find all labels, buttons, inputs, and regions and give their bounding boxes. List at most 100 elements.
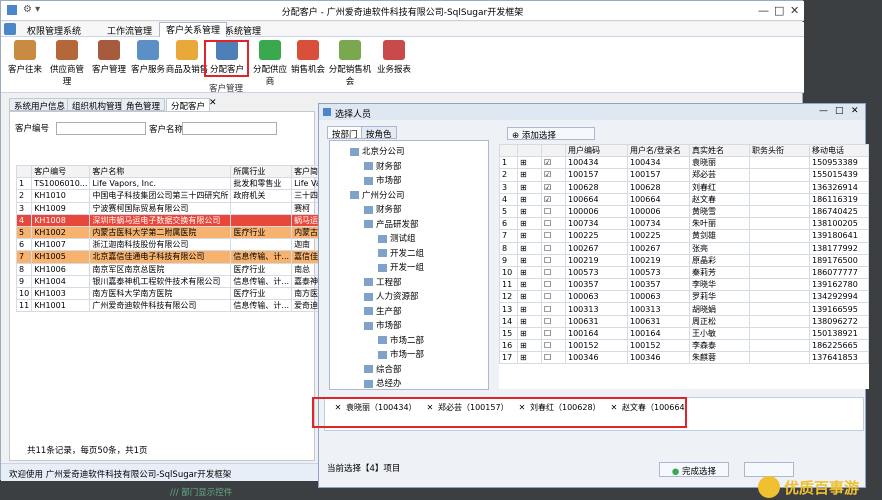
table-row[interactable]: 3 ⊞ ☑ 100628 100628 刘春红 136326914	[499, 180, 869, 194]
ribbon-customer-service-button[interactable]: 客户服务	[129, 40, 167, 75]
ribbon-customer-contacts-button[interactable]: 客户往来	[6, 40, 44, 75]
ribbon-assign-opportunity-button[interactable]: 分配销售机会	[327, 40, 373, 87]
table-row[interactable]: 2 ⊞ ☑ 100157 100157 郑必芸 155015439	[499, 168, 869, 182]
table-row[interactable]: 2KH1010中国电子科技集团公司第三十四研究所政府机关三十四研	[16, 189, 318, 203]
expand-icon[interactable]: ⊞	[517, 156, 542, 170]
expand-icon[interactable]: ⊞	[517, 217, 542, 231]
col-title[interactable]: 职务头衔	[749, 144, 810, 158]
tree-node[interactable]: 人力资源部	[364, 290, 419, 302]
table-row[interactable]: 5 KH1002 内蒙古医科大学第二附属医院 医疗行业 内蒙古	[16, 225, 318, 240]
customer-name-input[interactable]	[182, 122, 277, 135]
row-checkbox[interactable]: ☐	[541, 290, 566, 304]
expand-icon[interactable]: ⊞	[517, 241, 542, 255]
table-row[interactable]: 14 ⊞ ☐ 100631 100631 周正松 138096272	[499, 314, 869, 328]
tab-by-department[interactable]: 按部门	[327, 126, 363, 140]
row-checkbox[interactable]: ☐	[541, 326, 566, 341]
row-checkbox[interactable]: ☐	[541, 265, 566, 280]
table-row[interactable]: 9 ⊞ ☐ 100219 100219 原晶彩 189176500	[499, 253, 869, 267]
expand-icon[interactable]: ⊞	[517, 326, 542, 341]
add-selection-button[interactable]: ⊕ 添加选择	[507, 127, 595, 141]
row-checkbox[interactable]: ☐	[541, 278, 566, 292]
table-row[interactable]: 13 ⊞ ☐ 100313 100313 胡晓娟 139166595	[499, 302, 869, 316]
col-mobile[interactable]: 移动电话	[809, 144, 869, 158]
menu-tab-crm[interactable]: 客户关系管理	[159, 22, 228, 38]
menu-tab-permission[interactable]: 权限管理系统	[21, 24, 87, 37]
table-row[interactable]: 16 ⊞ ☐ 100152 100152 李森泰 186225665	[499, 338, 869, 353]
ribbon-assign-supplier-button[interactable]: 分配供应商	[249, 40, 291, 87]
tab-assign-customer[interactable]: 分配客户	[166, 98, 211, 112]
table-row[interactable]: 8 ⊞ ☐ 100267 100267 张亮 138177992	[499, 241, 869, 255]
tab-system-users[interactable]: 系统用户信息	[9, 98, 71, 112]
close-button[interactable]: ✕	[790, 4, 799, 17]
expand-icon[interactable]: ⊞	[517, 314, 542, 328]
col-real-name[interactable]: 真实姓名	[689, 144, 750, 158]
expand-icon[interactable]: ⊞	[517, 204, 542, 219]
expand-icon[interactable]: ⊞	[517, 302, 542, 316]
table-row[interactable]: 8 KH1006 南京军区南京总医院 医疗行业 南总	[16, 262, 318, 276]
row-checkbox[interactable]: ☐	[541, 351, 566, 365]
col-industry[interactable]: 所属行业	[230, 165, 293, 179]
row-checkbox[interactable]: ☐	[541, 253, 566, 267]
maximize-button[interactable]: □	[774, 4, 784, 17]
finish-selection-button[interactable]: ● 完成选择	[659, 462, 729, 477]
dialog-close-button[interactable]: ✕	[851, 106, 859, 116]
menu-tab-workflow[interactable]: 工作流管理	[101, 24, 158, 37]
row-checkbox[interactable]: ☑	[541, 180, 566, 194]
tree-node[interactable]: 财务部	[364, 203, 402, 215]
tree-node[interactable]: 综合部	[364, 363, 402, 375]
table-row[interactable]: 6 KH1007 浙江迦南科技股份有限公司 迦南	[16, 238, 318, 252]
menu-tab-system[interactable]: 系统管理	[219, 24, 267, 37]
table-row[interactable]: 11 ⊞ ☐ 100357 100357 李晓华 139162780	[499, 278, 869, 292]
table-row[interactable]: 5 ⊞ ☐ 100006 100006 黄晓雪 186740425	[499, 204, 869, 219]
row-checkbox[interactable]: ☑	[541, 156, 566, 170]
expand-icon[interactable]: ⊞	[517, 192, 542, 206]
row-checkbox[interactable]: ☑	[541, 168, 566, 182]
col-check[interactable]	[541, 144, 566, 158]
tree-node[interactable]: 市场部	[364, 319, 402, 331]
tree-node[interactable]: 测试组	[378, 232, 416, 244]
table-row[interactable]: 17 ⊞ ☐ 100346 100346 朱麒蓉 137641853	[499, 351, 869, 365]
table-row[interactable]: 10 ⊞ ☐ 100573 100573 秦莉芳 186077777	[499, 265, 869, 280]
expand-icon[interactable]: ⊞	[517, 265, 542, 280]
tree-node[interactable]: 市场二部	[378, 334, 424, 346]
tree-node[interactable]: 市场一部	[378, 348, 424, 360]
table-row[interactable]: 11 KH1001 广州爱奇迪软件科技有限公司 信息传输、计... 爱奇迪	[16, 299, 318, 313]
row-checkbox[interactable]: ☐	[541, 204, 566, 219]
tab-org-manage[interactable]: 组织机构管理	[67, 98, 129, 112]
expand-icon[interactable]: ⊞	[517, 351, 542, 365]
expand-icon[interactable]: ⊞	[517, 168, 542, 182]
table-row[interactable]: 4 ⊞ ☑ 100664 100664 赵文春 186116319	[499, 192, 869, 206]
table-row[interactable]: 4 KH1008 深圳市蜗马运电子数据交换有限公司 蜗马运	[16, 213, 318, 227]
expand-icon[interactable]: ⊞	[517, 180, 542, 194]
tree-node[interactable]: 产品研发部	[364, 218, 419, 230]
tree-node[interactable]: 市场部	[364, 174, 402, 186]
table-row[interactable]: 12 ⊞ ☐ 100063 100063 罗莉华 134292994	[499, 290, 869, 304]
expand-icon[interactable]: ⊞	[517, 253, 542, 267]
tree-node[interactable]: 北京分公司	[350, 145, 405, 157]
expand-icon[interactable]: ⊞	[517, 278, 542, 292]
tree-node[interactable]: 工程部	[364, 276, 402, 288]
expand-icon[interactable]: ⊞	[517, 290, 542, 304]
table-row[interactable]: 10KH1003南方医科大学南方医院医疗行业南方医院	[16, 286, 318, 301]
col-user-code[interactable]: 用户编码	[565, 144, 628, 158]
table-row[interactable]: 7KH1005北京嘉信佳通电子科技有限公司信息传输、计...嘉信佳通	[16, 250, 318, 264]
ribbon-supplier-button[interactable]: 供应商管理	[46, 40, 88, 87]
tree-node[interactable]: 广州分公司	[350, 189, 405, 201]
minimize-button[interactable]: —	[758, 4, 769, 17]
row-checkbox[interactable]: ☐	[541, 229, 566, 243]
table-row[interactable]: 3 KH1009 宁波赛柯国际贸易有限公司 赛柯	[16, 201, 318, 215]
table-row[interactable]: 1 TS1006010... Life Vapors, Inc. 批发和零售业 Life…	[16, 177, 318, 191]
table-row[interactable]: 1 ⊞ ☑ 100434 100434 袁晓丽 150953389	[499, 156, 869, 170]
tree-node[interactable]: 开发二组	[378, 247, 424, 259]
col-customer-name[interactable]: 客户名称	[89, 165, 232, 179]
tree-node[interactable]: 生产部	[364, 305, 402, 317]
table-row[interactable]: 9KH1004银川嘉泰神机工程软件技术有限公司信息传输、计...嘉泰神机	[16, 274, 318, 288]
col-customer-code[interactable]: 客户编号	[31, 165, 91, 179]
table-row[interactable]: 7 ⊞ ☐ 100225 100225 黄剑雄 139180641	[499, 229, 869, 243]
col-login-name[interactable]: 用户名/登录名	[627, 144, 690, 158]
ribbon-goods-sales-button[interactable]: 商品及销售	[165, 40, 209, 75]
tree-node[interactable]: 开发一组	[378, 261, 424, 273]
ribbon-sales-opportunity-button[interactable]: 销售机会	[289, 40, 327, 75]
ribbon-business-report-button[interactable]: 业务报表	[375, 40, 413, 75]
row-checkbox[interactable]: ☐	[541, 338, 566, 353]
